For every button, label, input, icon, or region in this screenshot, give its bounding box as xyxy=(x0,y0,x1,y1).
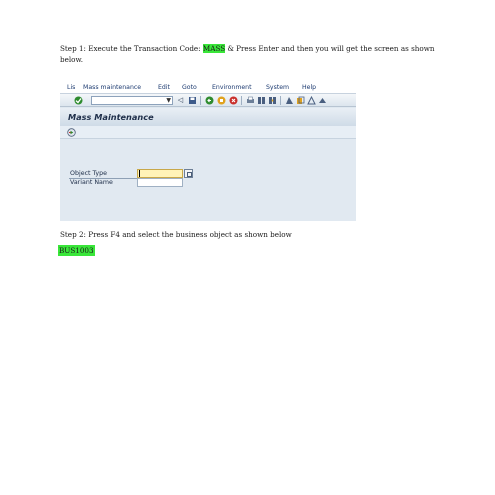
menu-item-list[interactable]: Lis xyxy=(67,84,75,91)
menu-bar: Lis Mass maintenance Edit Goto Environme… xyxy=(60,82,356,93)
next-page-icon[interactable] xyxy=(307,96,316,105)
business-object-code-highlight: BUS1003 xyxy=(58,245,95,256)
toolbar-separator xyxy=(241,96,242,105)
menu-item-system[interactable]: System xyxy=(266,84,289,91)
toolbar-separator xyxy=(200,96,201,105)
object-type-label: Object Type xyxy=(70,170,107,177)
variant-name-input[interactable] xyxy=(137,178,183,187)
f4-help-icon[interactable] xyxy=(184,169,193,178)
text-cursor xyxy=(139,170,140,177)
step-1-text-before: Step 1: Execute the Transaction Code: xyxy=(60,44,203,53)
green-check-icon[interactable] xyxy=(74,96,83,105)
sap-screenshot: Lis Mass maintenance Edit Goto Environme… xyxy=(60,82,356,221)
last-page-icon[interactable] xyxy=(318,96,327,105)
screen-title: Mass Maintenance xyxy=(68,112,154,122)
print-icon[interactable] xyxy=(246,96,255,105)
variant-name-label: Variant Name xyxy=(70,179,113,186)
menu-item-edit[interactable]: Edit xyxy=(158,84,170,91)
standard-toolbar: ▼ ◁ xyxy=(60,93,356,107)
collapse-icon[interactable]: ◁ xyxy=(176,96,185,105)
exit-icon[interactable] xyxy=(217,96,226,105)
transaction-code-highlight: MASS xyxy=(202,44,226,53)
step-1-instruction: Step 1: Execute the Transaction Code: MA… xyxy=(60,43,440,65)
back-icon[interactable] xyxy=(205,96,214,105)
save-icon[interactable] xyxy=(188,96,197,105)
find-icon[interactable] xyxy=(257,96,266,105)
screen-title-bar: Mass Maintenance xyxy=(60,108,356,126)
menu-item-goto[interactable]: Goto xyxy=(182,84,197,91)
chevron-down-icon[interactable]: ▼ xyxy=(166,97,171,105)
step-2-instruction: Step 2: Press F4 and select the business… xyxy=(60,230,292,239)
first-page-icon[interactable] xyxy=(285,96,294,105)
menu-item-mass-maintenance[interactable]: Mass maintenance xyxy=(83,84,141,91)
cancel-icon[interactable] xyxy=(229,96,238,105)
menu-item-environment[interactable]: Environment xyxy=(212,84,252,91)
object-type-input[interactable] xyxy=(137,169,183,178)
menu-item-help[interactable]: Help xyxy=(302,84,316,91)
application-toolbar xyxy=(60,126,356,139)
toolbar-separator xyxy=(280,96,281,105)
previous-page-icon[interactable] xyxy=(296,96,305,105)
command-field[interactable]: ▼ xyxy=(91,96,173,105)
execute-icon[interactable] xyxy=(67,128,76,137)
find-next-icon[interactable] xyxy=(268,96,277,105)
